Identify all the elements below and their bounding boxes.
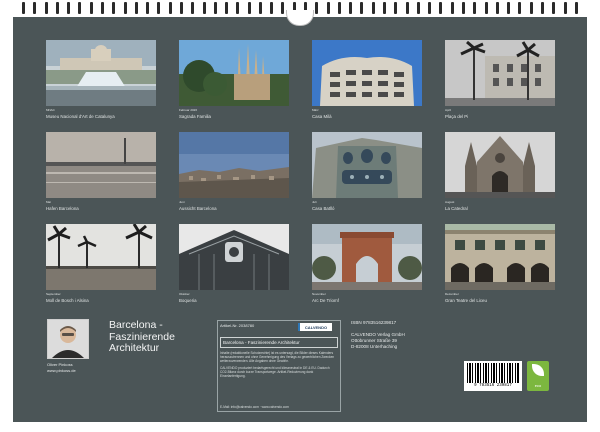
photo-card-placa: April Plaça del Pi bbox=[445, 40, 555, 132]
product-info-box: Artikel-Nr. 2038780 CALVENDO Barcelona -… bbox=[217, 320, 341, 412]
publisher-city: D-82008 Unterhaching bbox=[351, 344, 398, 349]
eco-badge: eco bbox=[527, 361, 549, 391]
photo-caption: Aussicht Barcelona bbox=[179, 206, 217, 211]
photo-catedral bbox=[445, 132, 555, 198]
photo-meta: Mai bbox=[46, 200, 51, 204]
photo-card-museu: MNAC Museu Nacional d'Art de Catalunya bbox=[46, 40, 156, 132]
photo-placa bbox=[445, 40, 555, 106]
author-name: Oliver Pinkoss bbox=[47, 362, 73, 367]
photo-liceu bbox=[445, 224, 555, 290]
leaf-icon bbox=[532, 364, 544, 377]
photo-meta: Dezember bbox=[445, 292, 459, 296]
calvendo-logo: CALVENDO bbox=[298, 323, 332, 331]
photo-aussicht bbox=[179, 132, 289, 198]
photo-meta: November bbox=[312, 292, 326, 296]
photo-card-liceu: Dezember Gran Teatre del Liceu bbox=[445, 224, 555, 316]
photo-meta: April bbox=[445, 108, 452, 112]
photo-meta: September bbox=[46, 292, 61, 296]
photo-caption: Moll de Bosch i Alsina bbox=[46, 298, 89, 303]
photo-caption: Casa Milà bbox=[312, 114, 332, 119]
info-text-rights: Inhalte (redaktionelle Schutzrechte) ist… bbox=[220, 351, 335, 363]
photo-meta: August bbox=[445, 200, 455, 204]
photo-caption: Casa Batlló bbox=[312, 206, 335, 211]
barcode-digits: 9 783516 239817 bbox=[474, 384, 512, 388]
contact-line[interactable]: E-Mail: info@calvendo.com · www.calvendo… bbox=[220, 405, 289, 409]
calendar-title: Barcelona - Faszinierende Architektur bbox=[109, 319, 175, 354]
photo-sagrada bbox=[179, 40, 289, 106]
photo-caption: Arc De Triomf bbox=[312, 298, 339, 303]
photo-batllo bbox=[312, 132, 422, 198]
photo-moll bbox=[46, 224, 156, 290]
photo-caption: Gran Teatre del Liceu bbox=[445, 298, 487, 303]
info-text-production: CALVENDO produziert bedarfsgerecht und k… bbox=[220, 366, 330, 378]
photo-meta: Oktober bbox=[179, 292, 190, 296]
photo-meta: Juli bbox=[312, 200, 317, 204]
photo-casamila bbox=[312, 40, 422, 106]
photo-card-hafen: Mai Hafen Barcelona bbox=[46, 132, 156, 224]
photo-caption: La Catedral bbox=[445, 206, 468, 211]
isbn-barcode: 9 783516 239817 bbox=[464, 361, 522, 391]
photo-caption: Plaça del Pi bbox=[445, 114, 469, 119]
photo-card-arc: November Arc De Triomf bbox=[312, 224, 422, 316]
photo-caption: Hafen Barcelona bbox=[46, 206, 79, 211]
photo-meta: MNAC bbox=[46, 108, 55, 112]
photo-card-moll: September Moll de Bosch i Alsina bbox=[46, 224, 156, 316]
publisher-block: ISBN 9783516239817 CALVENDO Verlag GmbH … bbox=[351, 320, 471, 350]
photo-card-boqueria: Oktober Boqueria bbox=[179, 224, 289, 316]
photo-museu bbox=[46, 40, 156, 106]
photo-meta: Februar 2026 bbox=[179, 108, 198, 112]
barcode-bars bbox=[467, 363, 519, 383]
eco-label: eco bbox=[534, 382, 542, 388]
photo-grid: MNAC Museu Nacional d'Art de Catalunya F… bbox=[46, 40, 555, 316]
photo-meta: März bbox=[312, 108, 319, 112]
photo-card-aussicht: Juni Aussicht Barcelona bbox=[179, 132, 289, 224]
photo-caption: Museu Nacional d'Art de Catalunya bbox=[46, 114, 115, 119]
author-website[interactable]: www.pinkoss.de bbox=[47, 368, 93, 373]
author-portrait bbox=[47, 319, 89, 359]
photo-hafen bbox=[46, 132, 156, 198]
photo-card-catedral: August La Catedral bbox=[445, 132, 555, 224]
product-title: Barcelona - Faszinierende Architektur bbox=[220, 337, 338, 348]
photo-card-batllo: Juli Casa Batlló bbox=[312, 132, 422, 224]
photo-boqueria bbox=[179, 224, 289, 290]
photo-card-sagrada: Februar 2026 Sagrada Familia bbox=[179, 40, 289, 132]
photo-card-casamila: März Casa Milà bbox=[312, 40, 422, 132]
photo-meta: Juni bbox=[179, 200, 185, 204]
photo-arc bbox=[312, 224, 422, 290]
author-block: Oliver Pinkoss www.pinkoss.de bbox=[47, 319, 93, 373]
photo-caption: Sagrada Familia bbox=[179, 114, 211, 119]
photo-caption: Boqueria bbox=[179, 298, 197, 303]
